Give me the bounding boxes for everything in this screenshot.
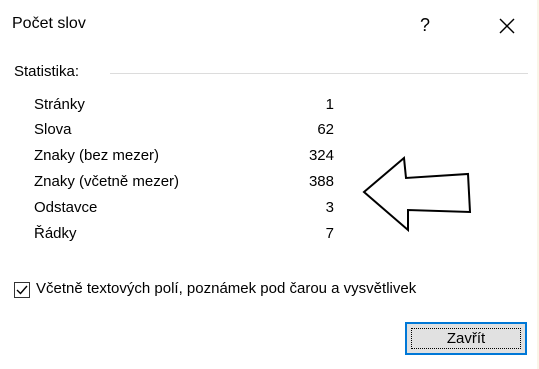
word-count-dialog: Počet slov ? Statistika: Stránky 1 Slova… — [0, 0, 539, 369]
include-textboxes-checkbox[interactable] — [14, 282, 30, 298]
left-arrow-icon — [362, 154, 472, 234]
dialog-title: Počet slov — [12, 15, 86, 32]
title-bar: Počet slov ? — [0, 0, 539, 50]
include-textboxes-option[interactable]: Včetně textových polí, poznámek pod čaro… — [14, 280, 534, 302]
stat-row-paragraphs: Odstavce 3 — [34, 199, 334, 221]
close-icon[interactable] — [492, 11, 522, 41]
stat-label: Slova — [34, 121, 72, 138]
stat-row-chars-with-spaces: Znaky (včetně mezer) 388 — [34, 173, 334, 195]
stat-row-chars-no-spaces: Znaky (bez mezer) 324 — [34, 147, 334, 169]
stat-value: 62 — [317, 121, 334, 138]
stat-label: Znaky (včetně mezer) — [34, 173, 180, 190]
stat-row-words: Slova 62 — [34, 121, 334, 143]
close-button[interactable]: Zavřít — [405, 322, 527, 355]
stat-value: 388 — [308, 173, 334, 190]
include-textboxes-label: Včetně textových polí, poznámek pod čaro… — [36, 280, 417, 297]
stat-label: Odstavce — [34, 199, 98, 216]
stat-row-pages: Stránky 1 — [34, 96, 334, 118]
stat-label: Řádky — [34, 225, 77, 242]
stat-value: 7 — [325, 225, 334, 242]
close-button-label: Zavřít — [446, 330, 486, 347]
stat-value: 1 — [325, 96, 334, 113]
statistics-group-label: Statistika: — [14, 63, 84, 80]
stat-label: Stránky — [34, 96, 85, 113]
stat-value: 3 — [325, 199, 334, 216]
group-divider — [110, 73, 528, 74]
stat-value: 324 — [308, 147, 334, 164]
stat-label: Znaky (bez mezer) — [34, 147, 160, 164]
help-button[interactable]: ? — [412, 10, 438, 40]
checkmark-icon — [16, 285, 28, 295]
stat-row-lines: Řádky 7 — [34, 225, 334, 247]
